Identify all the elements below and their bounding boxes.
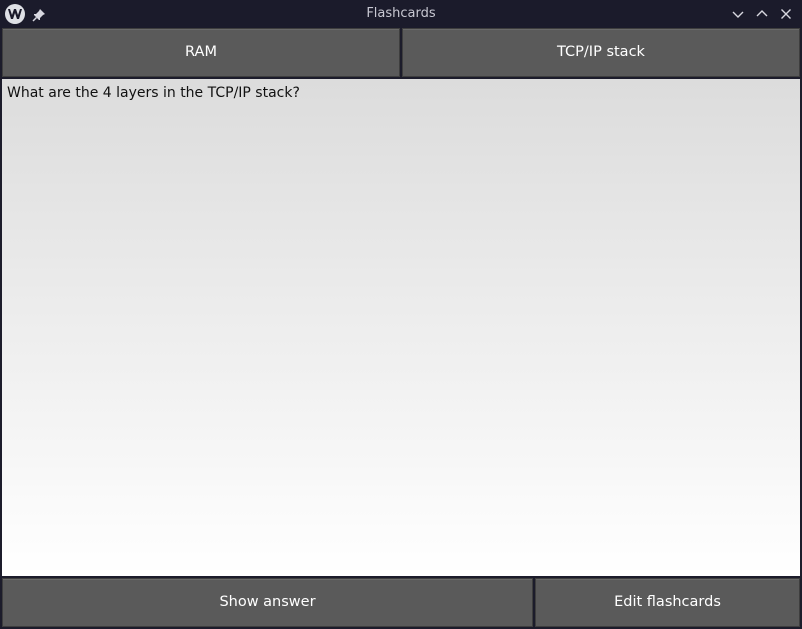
edit-flashcards-button[interactable]: Edit flashcards: [535, 578, 800, 627]
flashcards-window: Flashcards RAM TCP/IP stack What are the…: [0, 0, 802, 629]
window-title: Flashcards: [366, 6, 436, 21]
deck-button-ram[interactable]: RAM: [2, 28, 400, 77]
maximize-icon[interactable]: [754, 6, 770, 22]
close-icon[interactable]: [778, 6, 794, 22]
deck-button-tcp-ip-stack[interactable]: TCP/IP stack: [402, 28, 800, 77]
minimize-icon[interactable]: [730, 6, 746, 22]
flashcard-display: What are the 4 layers in the TCP/IP stac…: [2, 79, 800, 576]
show-answer-button[interactable]: Show answer: [2, 578, 533, 627]
title-bar: Flashcards: [0, 0, 802, 28]
card-question-text: What are the 4 layers in the TCP/IP stac…: [7, 85, 300, 101]
